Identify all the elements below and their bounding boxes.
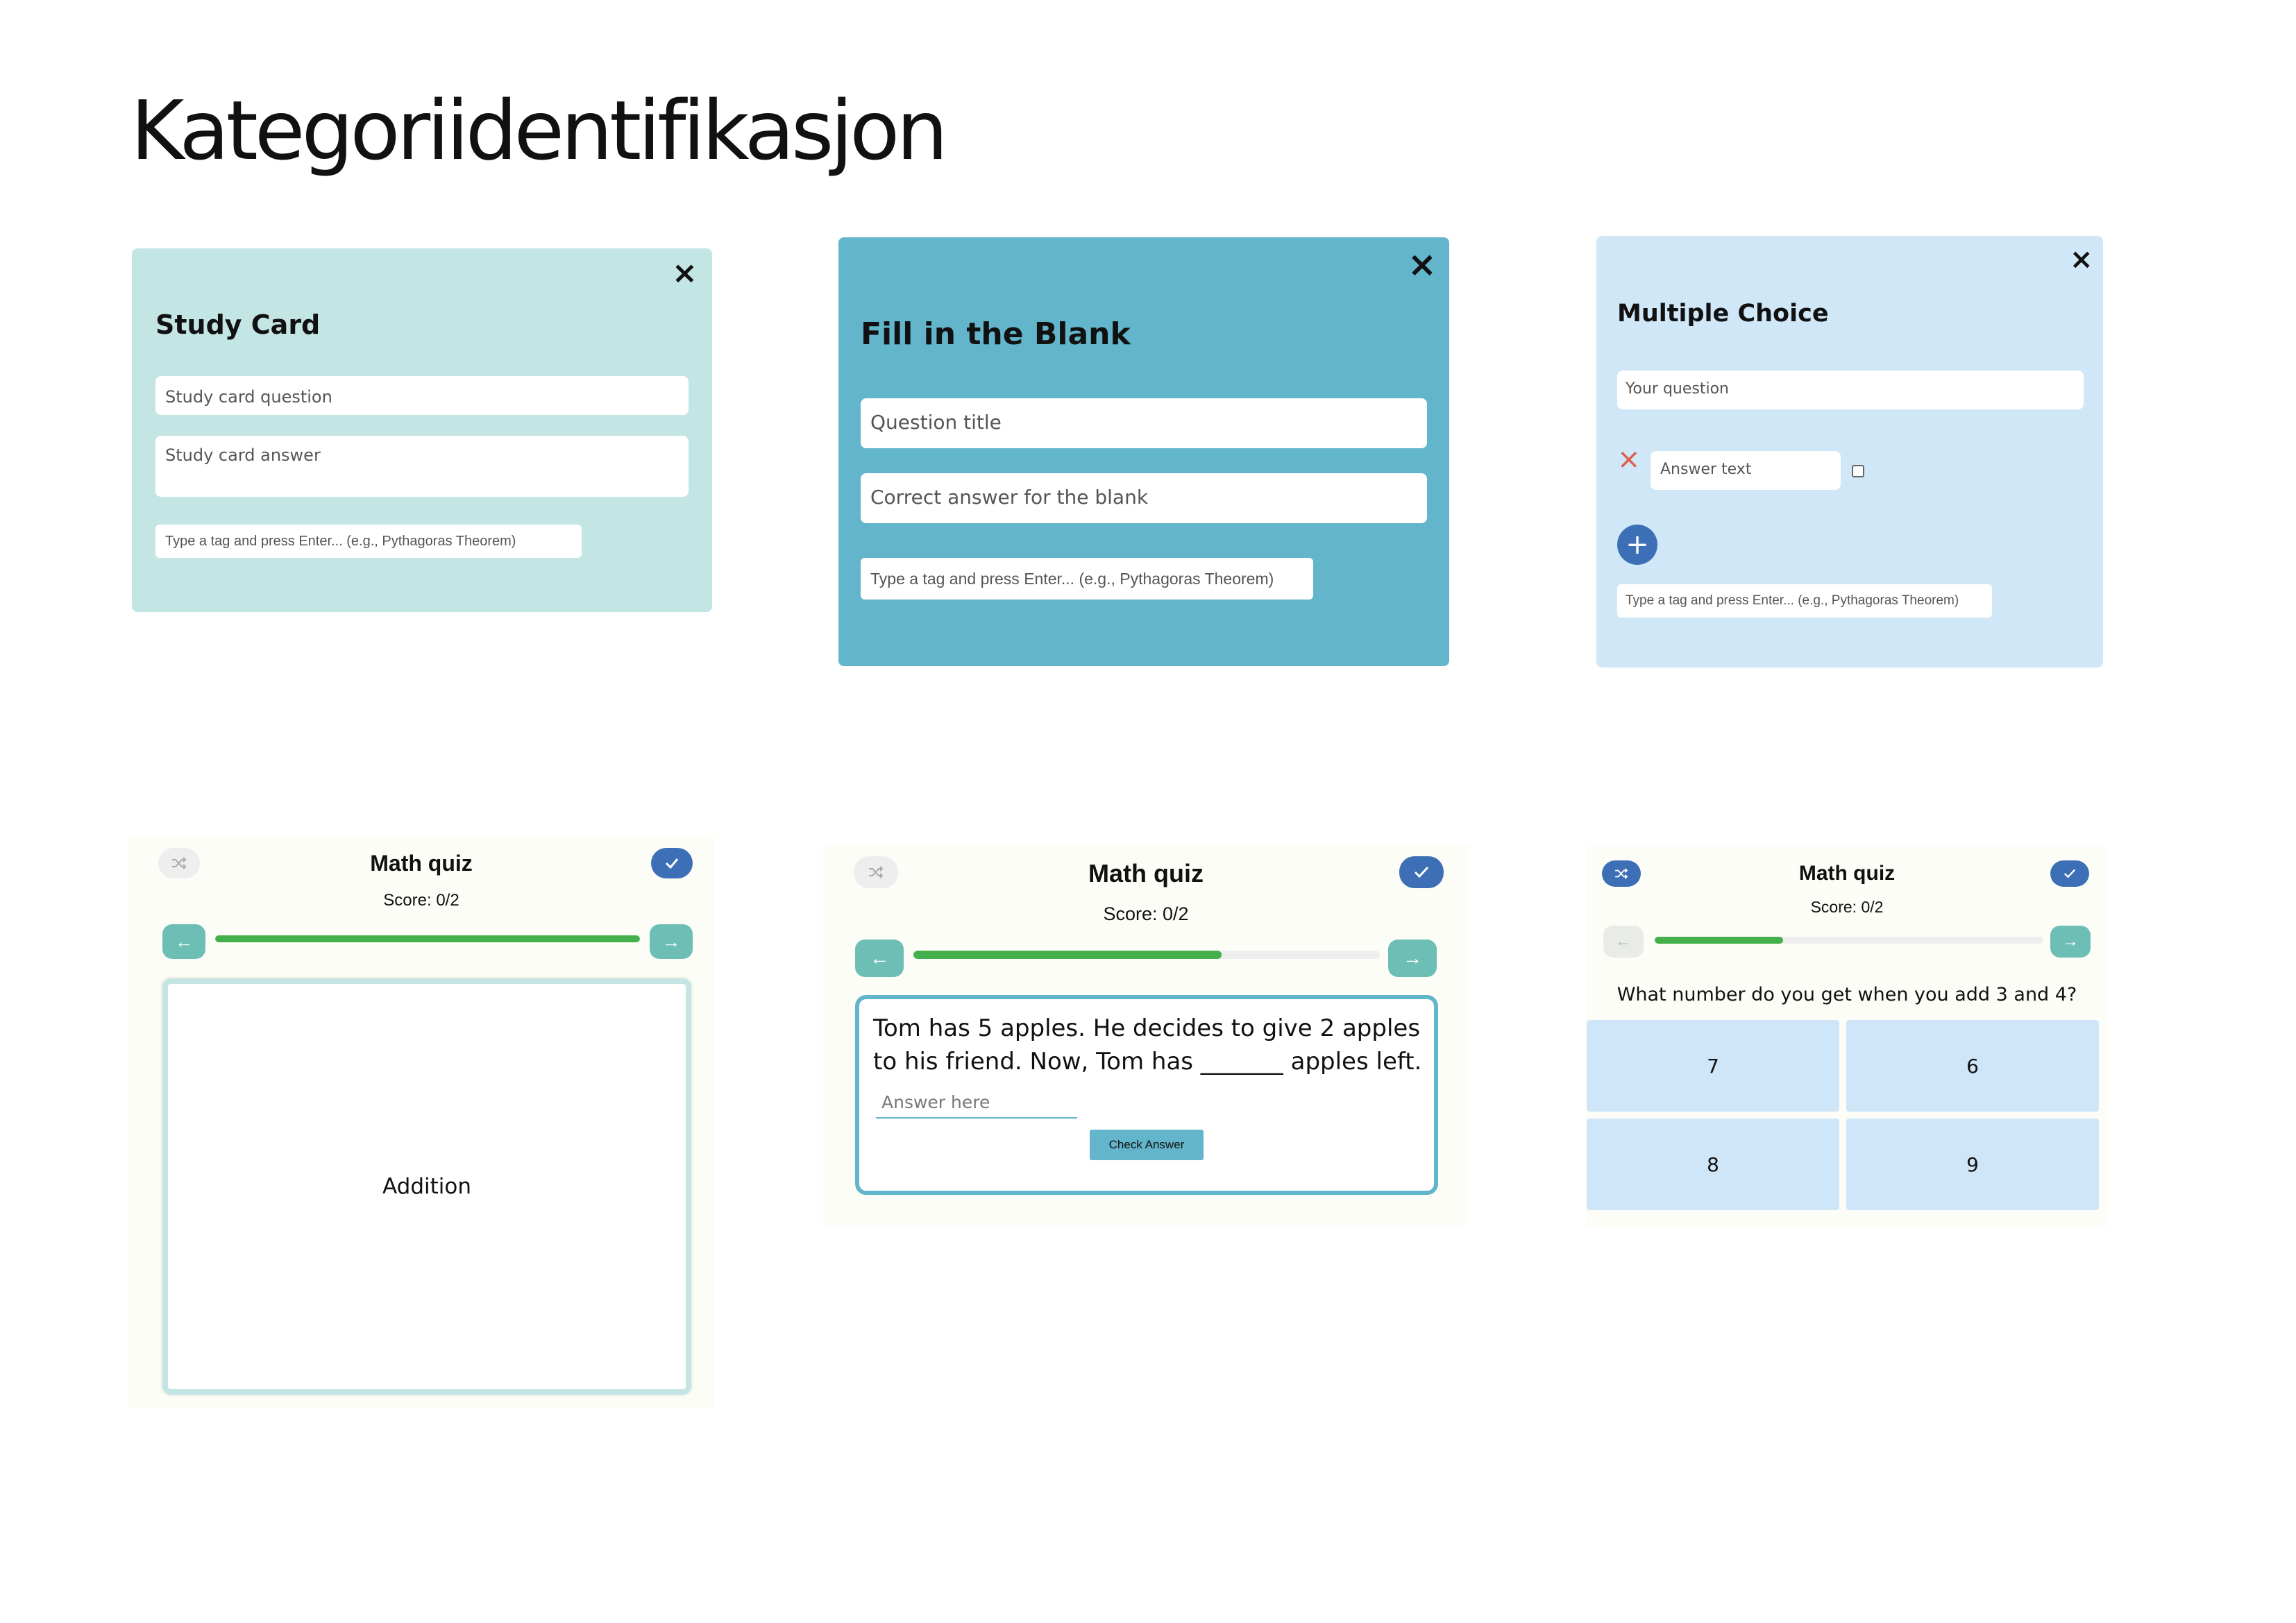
question-card: Tom has 5 apples. He decides to give 2 a… — [855, 995, 1438, 1195]
progress-bar — [215, 935, 640, 942]
remove-answer-icon[interactable]: × — [1617, 445, 1641, 473]
next-button[interactable]: → — [2050, 926, 2091, 958]
prev-button[interactable]: ← — [855, 940, 904, 977]
study-card-answer-field[interactable]: Study card answer — [155, 436, 689, 497]
answer-placeholder: Correct answer for the blank — [870, 486, 1149, 509]
answer-placeholder: Study card answer — [165, 445, 321, 465]
question-text: What number do you get when you add 3 an… — [1617, 984, 2077, 1005]
quiz-multiple-choice: Math quiz Score: 0/2 ← → What number do … — [1587, 847, 2107, 1227]
finish-button[interactable] — [651, 848, 693, 878]
option-3[interactable]: 8 — [1587, 1119, 1839, 1210]
tag-input[interactable]: Type a tag and press Enter... (e.g., Pyt… — [155, 525, 582, 558]
question-placeholder: Question title — [870, 411, 1002, 434]
correct-answer-field[interactable]: Correct answer for the blank — [861, 473, 1427, 523]
score-text: Score: 0/2 — [1103, 903, 1189, 924]
card-title: Multiple Choice — [1617, 300, 1829, 328]
quiz-study-card: Math quiz Score: 0/2 ← → Addition — [129, 835, 714, 1409]
check-answer-button[interactable]: Check Answer — [1090, 1130, 1204, 1160]
check-icon — [1414, 866, 1429, 878]
close-icon[interactable]: × — [1408, 247, 1437, 282]
study-card-editor: × Study Card Study card question Study c… — [132, 248, 712, 612]
finish-button[interactable] — [2050, 860, 2089, 887]
page-title: Kategoriidentifikasjon — [130, 83, 948, 178]
flashcard[interactable]: Addition — [162, 978, 691, 1395]
fill-blank-editor: × Fill in the Blank Question title Corre… — [838, 237, 1449, 666]
question-title-field[interactable]: Question title — [861, 398, 1427, 448]
card-title: Study Card — [155, 309, 321, 340]
next-button[interactable]: → — [650, 924, 693, 959]
answer-text-field[interactable]: Answer text — [1651, 451, 1841, 490]
progress-bar — [1655, 937, 2043, 944]
next-button[interactable]: → — [1388, 940, 1437, 977]
card-title: Fill in the Blank — [861, 316, 1131, 352]
study-card-question-field[interactable]: Study card question — [155, 376, 689, 415]
answer-placeholder: Answer text — [1660, 461, 1752, 478]
progress-fill — [1655, 937, 1783, 944]
option-1[interactable]: 7 — [1587, 1020, 1839, 1112]
question-placeholder: Your question — [1626, 380, 1730, 398]
option-2[interactable]: 6 — [1846, 1020, 2099, 1112]
close-icon[interactable]: × — [2070, 246, 2093, 273]
quiz-fill-blank: Math quiz Score: 0/2 ← → Tom has 5 apple… — [823, 845, 1469, 1225]
prev-button[interactable]: ← — [1603, 926, 1644, 958]
answer-placeholder: Answer here — [881, 1092, 990, 1112]
quiz-title: Math quiz — [1088, 859, 1204, 887]
check-icon — [665, 858, 679, 869]
progress-bar — [913, 951, 1380, 959]
score-text: Score: 0/2 — [1810, 898, 1884, 916]
add-answer-button[interactable]: + — [1617, 525, 1657, 565]
tag-placeholder: Type a tag and press Enter... (e.g., Pyt… — [1626, 593, 1959, 608]
tag-input[interactable]: Type a tag and press Enter... (e.g., Pyt… — [861, 558, 1313, 600]
tag-input[interactable]: Type a tag and press Enter... (e.g., Pyt… — [1617, 584, 1992, 618]
tag-placeholder: Type a tag and press Enter... (e.g., Pyt… — [870, 569, 1274, 588]
question-placeholder: Study card question — [165, 387, 332, 407]
quiz-title: Math quiz — [1798, 862, 1896, 885]
multiple-choice-editor: × Multiple Choice Your question × Answer… — [1596, 236, 2103, 668]
option-4[interactable]: 9 — [1846, 1119, 2099, 1210]
tag-placeholder: Type a tag and press Enter... (e.g., Pyt… — [165, 533, 516, 549]
correct-answer-checkbox[interactable] — [1852, 465, 1864, 477]
progress-fill — [215, 935, 640, 942]
check-icon — [2063, 869, 2076, 878]
score-text: Score: 0/2 — [383, 891, 459, 910]
progress-fill — [913, 951, 1222, 959]
question-text: Tom has 5 apples. He decides to give 2 a… — [873, 1014, 1422, 1076]
question-field[interactable]: Your question — [1617, 371, 2084, 409]
answer-input[interactable]: Answer here — [876, 1088, 1077, 1119]
prev-button[interactable]: ← — [162, 924, 205, 959]
quiz-title: Math quiz — [370, 851, 473, 876]
flashcard-text: Addition — [382, 1174, 471, 1199]
finish-button[interactable] — [1399, 856, 1444, 888]
close-icon[interactable]: × — [672, 258, 698, 289]
plus-icon: + — [1626, 529, 1649, 561]
